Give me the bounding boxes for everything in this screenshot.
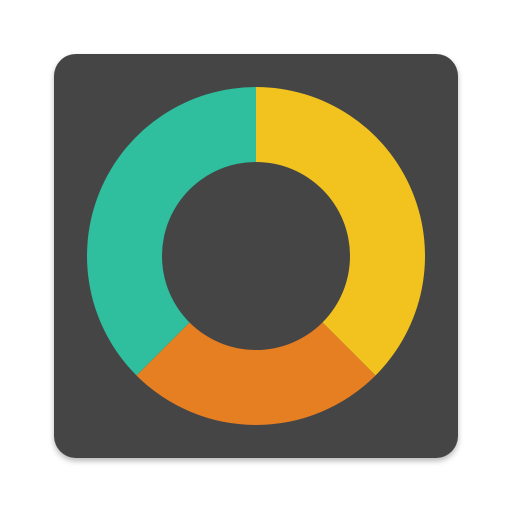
app-icon-svg xyxy=(54,54,458,458)
app-icon-canvas xyxy=(0,0,512,512)
donut-hole xyxy=(162,162,350,350)
donut-chart-app-icon[interactable] xyxy=(0,0,512,512)
